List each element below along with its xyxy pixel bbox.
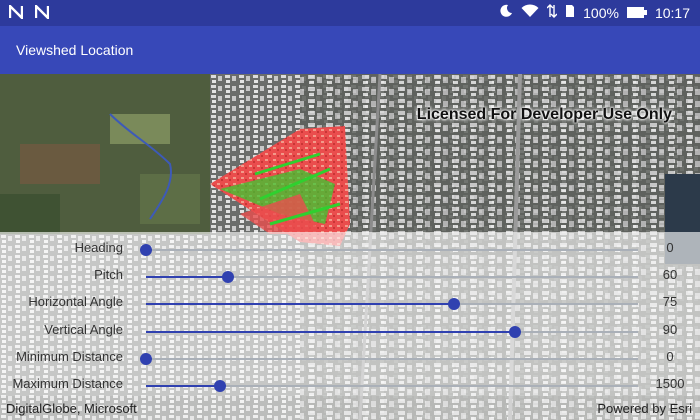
slider-label: Maximum Distance [12,376,123,391]
battery-icon [626,5,647,21]
slider-fill [146,303,454,305]
slider-label: Minimum Distance [16,349,123,364]
slider-thumb[interactable] [447,298,460,310]
notification-n-icon [8,4,24,20]
slider-thumb[interactable] [213,380,226,392]
powered-by-esri[interactable]: Powered by Esri [597,401,692,416]
slider-value: 0 [666,349,674,364]
slider-row: Minimum Distance 0 [0,345,700,371]
slider-value: 1500 [655,376,685,391]
slider-value: 90 [662,322,678,337]
slider-track[interactable] [140,353,638,365]
slider-label: Horizontal Angle [28,294,123,309]
slider-fill [146,331,515,333]
clock: 10:17 [654,4,690,21]
attribution-bar: DigitalGlobe, Microsoft Powered by Esri [0,396,700,420]
slider-track[interactable] [146,271,638,283]
attribution-text: DigitalGlobe, Microsoft [6,401,137,416]
slider-thumb[interactable] [222,271,235,283]
slider-track[interactable] [146,298,638,310]
sim-icon [565,4,575,21]
page-title: Viewshed Location [16,42,134,58]
slider-row: Heading 0 [0,236,700,262]
slider-row: Horizontal Angle 75 [0,290,700,316]
slider-label: Heading [74,240,123,255]
slider-thumb[interactable] [140,244,152,256]
wifi-icon [521,4,539,21]
slider-value: 60 [662,267,678,282]
slider-value: 75 [662,294,678,309]
battery-percent: 100% [583,4,619,21]
slider-row: Maximum Distance 1500 [0,372,700,398]
moon-icon [499,4,513,21]
status-bar: 100% 10:17 [0,0,700,26]
slider-label: Vertical Angle [44,322,123,337]
slider-fill [146,276,229,278]
slider-thumb[interactable] [509,326,521,338]
data-icon [546,4,558,21]
slider-fill [146,385,220,387]
slider-thumb[interactable] [140,353,152,365]
app-bar: Viewshed Location [0,26,700,74]
slider-row: Vertical Angle 90 [0,318,700,344]
notification-n-icon [34,4,50,20]
slider-value: 0 [666,240,674,255]
slider-track[interactable] [140,244,638,256]
slider-track[interactable] [146,380,638,392]
slider-row: Pitch 60 [0,263,700,289]
license-watermark: Licensed For Developer Use Only [416,106,672,123]
slider-label: Pitch [94,267,123,282]
slider-track[interactable] [146,326,638,338]
